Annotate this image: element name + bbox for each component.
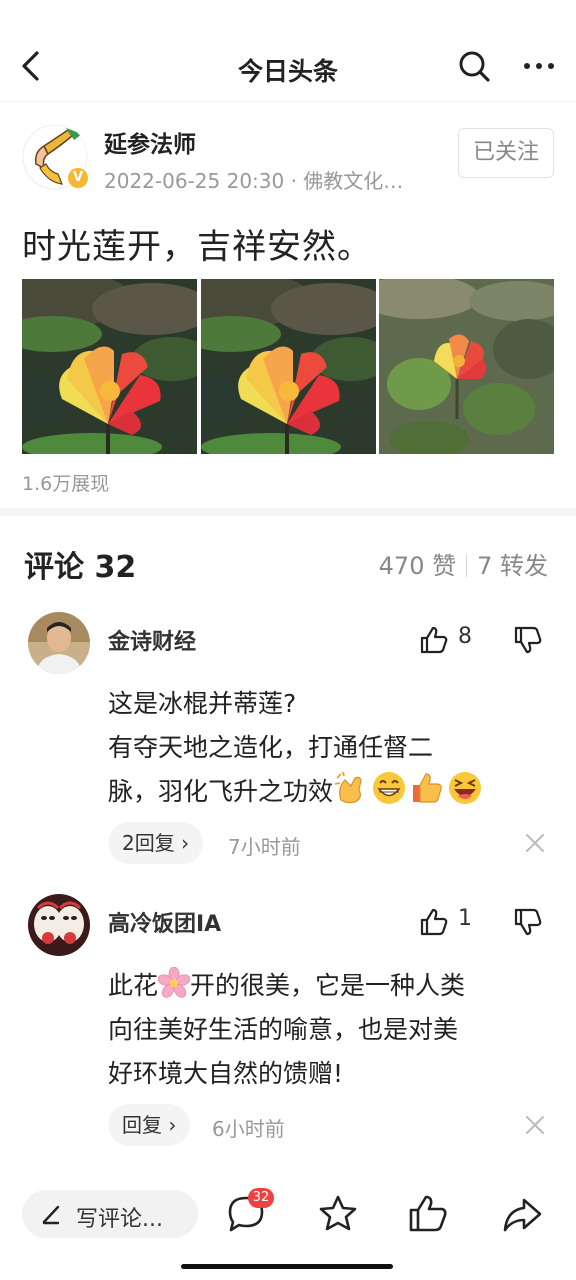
home-indicator xyxy=(181,1264,393,1269)
share-icon[interactable] xyxy=(500,1192,544,1236)
nav-divider xyxy=(0,101,576,102)
reply-button[interactable]: 回复 › xyxy=(108,1104,191,1146)
shares-count[interactable]: 7 转发 xyxy=(477,552,548,580)
comment-like-count: 1 xyxy=(458,906,472,931)
comment-line: 这是冰棍并蒂莲? xyxy=(108,689,297,718)
post-stats: 470 赞 7 转发 xyxy=(379,546,548,581)
search-icon[interactable] xyxy=(456,48,492,84)
comment-text: 这是冰棍并蒂莲? 有夺天地之造化，打通任督二 脉，羽化飞升之功效 xyxy=(108,682,548,814)
comment-line-text: 开的很美，它是一种人类 xyxy=(190,971,466,1000)
applause-emoji xyxy=(333,770,369,806)
view-replies-button[interactable]: 2回复 › xyxy=(108,822,204,864)
commenter-name[interactable]: 高冷饭团IA xyxy=(108,906,221,938)
verified-badge-icon: V xyxy=(66,166,90,190)
comment-line: 有夺天地之造化，打通任督二 xyxy=(108,733,434,762)
comment-line: 向往美好生活的喻意，也是对美 xyxy=(108,1015,459,1044)
comment-text: 此花 开的很美，它是一种人类 向往美好生活的喻意，也是对美 好环境大自然的馈赠! xyxy=(108,964,548,1096)
lotus-photo-3[interactable] xyxy=(379,279,554,454)
commenter-avatar[interactable] xyxy=(28,612,90,674)
close-icon[interactable] xyxy=(524,832,546,854)
author-name[interactable]: 延参法师 xyxy=(104,125,196,159)
comment-line: 此花 开的很美，它是一种人类 xyxy=(108,964,548,1008)
comments-title: 评论 32 xyxy=(24,550,137,585)
comment-line: 脉，羽化飞升之功效 xyxy=(108,770,548,814)
top-navigation-bar: 今日头条 xyxy=(0,32,576,102)
comment-line: 好环境大自然的馈赠! xyxy=(108,1059,344,1088)
write-comment-label: 写评论... xyxy=(76,1207,163,1232)
follow-button[interactable]: 已关注 xyxy=(458,128,554,178)
lotus-photo-2[interactable] xyxy=(201,279,376,454)
post-meta: 2022-06-25 20:30 · 佛教文化… xyxy=(104,169,404,193)
likes-count[interactable]: 470 赞 xyxy=(379,552,456,580)
lotus-photo-1[interactable] xyxy=(22,279,197,454)
cherry-blossom-emoji xyxy=(157,966,191,999)
commenter-name[interactable]: 金诗财经 xyxy=(108,624,196,656)
more-dots-icon[interactable] xyxy=(520,48,558,84)
comment-like-button[interactable]: 8 xyxy=(418,622,478,658)
post-text: 时光莲开，吉祥安然。 xyxy=(22,227,372,267)
thumbs-up-icon xyxy=(420,908,448,936)
comment-like-count: 8 xyxy=(458,624,472,649)
star-icon[interactable] xyxy=(316,1192,360,1236)
grin-emoji xyxy=(371,770,407,806)
close-icon[interactable] xyxy=(524,1114,546,1136)
stats-separator xyxy=(466,555,468,577)
thumbs-up-icon xyxy=(420,626,448,654)
comment-time: 7小时前 xyxy=(228,835,301,859)
comment-line-text: 此花 xyxy=(108,971,159,1000)
thumbs-up-emoji xyxy=(409,770,445,806)
impressions-count: 1.6万展现 xyxy=(22,473,110,495)
thumbs-down-icon[interactable] xyxy=(512,624,544,660)
commenter-avatar[interactable] xyxy=(28,894,90,956)
thumbs-down-icon[interactable] xyxy=(512,906,544,942)
write-comment-input[interactable]: 写评论... xyxy=(22,1190,198,1238)
comment-line-text: 脉，羽化飞升之功效 xyxy=(108,777,334,806)
laughing-emoji xyxy=(447,770,483,806)
section-divider xyxy=(0,508,576,516)
comment-count-badge: 32 xyxy=(248,1188,274,1208)
pen-icon xyxy=(42,1205,60,1225)
thumbs-up-icon[interactable] xyxy=(406,1192,450,1236)
comment-time: 6小时前 xyxy=(212,1117,285,1141)
comment-like-button[interactable]: 1 xyxy=(418,904,478,940)
